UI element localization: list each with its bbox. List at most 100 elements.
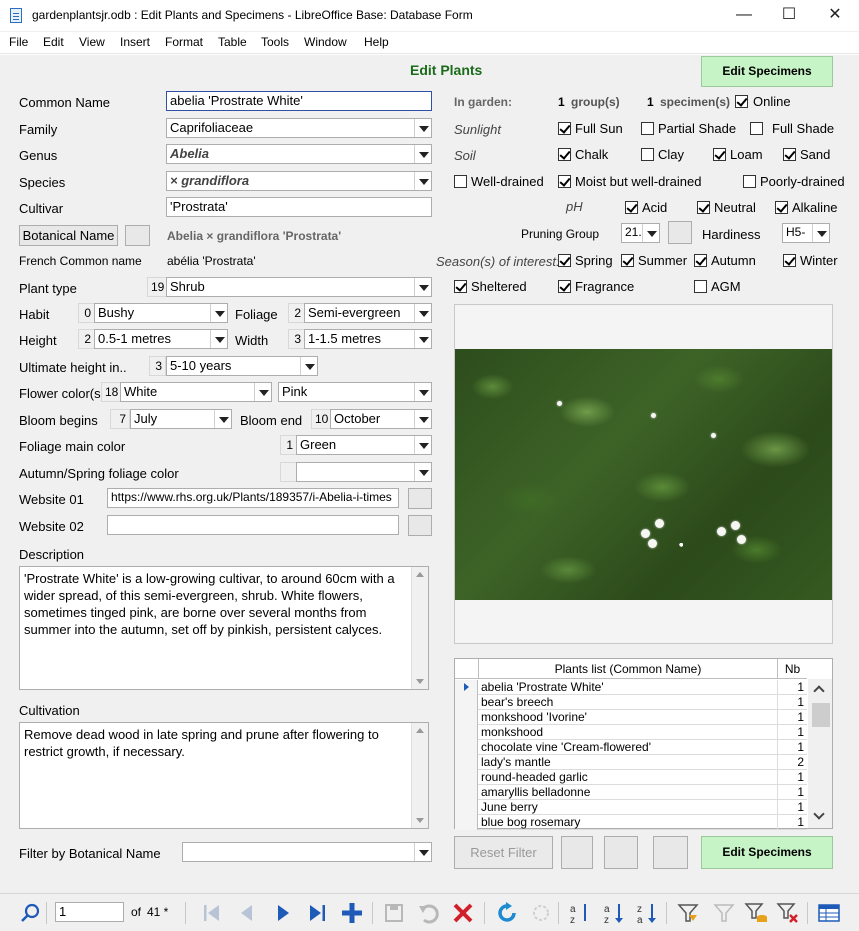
apply-filter-icon[interactable] [711, 900, 737, 926]
form-aux-button-2[interactable] [604, 836, 638, 869]
row-selector[interactable] [455, 815, 478, 830]
refresh-icon[interactable] [494, 900, 520, 926]
edit-specimens-bottom-button[interactable]: Edit Specimens [701, 836, 833, 869]
partial-shade-checkbox[interactable] [641, 122, 654, 135]
cultivation-scrollbar[interactable] [411, 723, 428, 828]
chevron-down-icon[interactable] [210, 304, 227, 322]
botanical-name-aux-button[interactable] [125, 225, 150, 246]
flower-color-combo[interactable]: White [120, 382, 272, 402]
new-record-icon[interactable] [339, 900, 365, 926]
reset-filter-icon[interactable] [775, 900, 801, 926]
filter-combo[interactable] [182, 842, 432, 862]
botanical-name-button[interactable]: Botanical Name [19, 225, 118, 246]
well-drained-checkbox[interactable] [454, 175, 467, 188]
foliage-main-combo[interactable]: Green [296, 435, 432, 455]
last-record-icon[interactable] [304, 900, 330, 926]
chevron-down-icon[interactable] [414, 383, 431, 401]
chevron-down-icon[interactable] [414, 463, 431, 481]
website02-field[interactable] [107, 515, 399, 535]
scroll-down-icon[interactable] [416, 818, 424, 823]
menu-help[interactable]: Help [364, 35, 389, 49]
table-row[interactable]: abelia 'Prostrate White' 1 [455, 680, 807, 695]
maximize-button[interactable]: ☐ [766, 0, 812, 32]
menu-view[interactable]: View [79, 35, 105, 49]
scroll-thumb[interactable] [812, 703, 830, 727]
chevron-down-icon[interactable] [414, 278, 431, 296]
table-row[interactable]: amaryllis belladonne 1 [455, 785, 807, 800]
row-selector[interactable] [455, 740, 478, 755]
sand-checkbox[interactable] [783, 148, 796, 161]
cultivation-textarea[interactable]: Remove dead wood in late spring and prun… [19, 722, 429, 829]
chevron-down-icon[interactable] [254, 383, 271, 401]
chevron-down-icon[interactable] [210, 330, 227, 348]
bloom-begins-combo[interactable]: July [130, 409, 232, 429]
row-selector[interactable] [455, 770, 478, 785]
autofilter-icon[interactable] [675, 900, 701, 926]
species-combo[interactable]: × grandiflora [166, 171, 432, 191]
grid-header-nb[interactable]: Nb [777, 659, 807, 678]
plants-list-grid[interactable]: Plants list (Common Name) Nb abelia 'Pro… [454, 658, 833, 830]
table-row[interactable]: monkshood 1 [455, 725, 807, 740]
autumn-checkbox[interactable] [694, 254, 707, 267]
moist-checkbox[interactable] [558, 175, 571, 188]
chevron-down-icon[interactable] [414, 304, 431, 322]
row-selector[interactable] [455, 725, 478, 740]
menu-window[interactable]: Window [304, 35, 347, 49]
website01-open-button[interactable] [408, 488, 432, 509]
first-record-icon[interactable] [199, 900, 225, 926]
chevron-up-icon[interactable] [813, 685, 825, 697]
sort-icon[interactable]: az [567, 900, 593, 926]
minimize-button[interactable]: — [721, 0, 767, 32]
autumn-color-combo[interactable] [296, 462, 432, 482]
menu-tools[interactable]: Tools [261, 35, 289, 49]
row-selector[interactable] [455, 800, 478, 815]
plant-type-combo[interactable]: Shrub [166, 277, 432, 297]
table-row[interactable]: June berry 1 [455, 800, 807, 815]
menu-format[interactable]: Format [165, 35, 203, 49]
table-row[interactable]: bear's breech 1 [455, 695, 807, 710]
delete-record-icon[interactable] [450, 900, 476, 926]
cultivar-field[interactable]: 'Prostrata' [166, 197, 432, 217]
form-aux-button-3[interactable] [653, 836, 688, 869]
table-row[interactable]: chocolate vine 'Cream-flowered' 1 [455, 740, 807, 755]
standard-filter-icon[interactable] [743, 900, 769, 926]
chevron-down-icon[interactable] [414, 410, 431, 428]
chevron-down-icon[interactable] [813, 808, 825, 820]
pruning-info-button[interactable] [668, 221, 692, 244]
width-combo[interactable]: 1-1.5 metres [304, 329, 432, 349]
genus-combo[interactable]: Abelia [166, 144, 432, 164]
scroll-up-icon[interactable] [416, 728, 424, 733]
plant-image-frame[interactable] [454, 304, 833, 644]
ultimate-combo[interactable]: 5-10 years [166, 356, 318, 376]
menu-file[interactable]: File [9, 35, 28, 49]
alkaline-checkbox[interactable] [775, 201, 788, 214]
neutral-checkbox[interactable] [697, 201, 710, 214]
winter-checkbox[interactable] [783, 254, 796, 267]
reset-filter-button[interactable]: Reset Filter [454, 836, 553, 869]
undo-icon[interactable] [415, 900, 441, 926]
full-shade-checkbox[interactable] [750, 122, 763, 135]
menu-table[interactable]: Table [218, 35, 247, 49]
pruning-combo[interactable]: 21.- [621, 223, 660, 243]
sheltered-checkbox[interactable] [454, 280, 467, 293]
chevron-down-icon[interactable] [414, 119, 431, 137]
row-selector[interactable] [455, 785, 478, 800]
full-sun-checkbox[interactable] [558, 122, 571, 135]
scroll-down-icon[interactable] [416, 679, 424, 684]
common-name-field[interactable]: abelia 'Prostrate White' [166, 91, 432, 111]
find-record-icon[interactable] [18, 900, 44, 926]
edit-specimens-top-button[interactable]: Edit Specimens [701, 56, 833, 87]
row-selector[interactable] [455, 695, 478, 710]
chevron-down-icon[interactable] [414, 843, 431, 861]
description-scrollbar[interactable] [411, 567, 428, 689]
record-number-field[interactable]: 1 [55, 902, 124, 922]
table-row[interactable]: round-headed garlic 1 [455, 770, 807, 785]
menu-edit[interactable]: Edit [43, 35, 64, 49]
row-selector[interactable] [455, 680, 478, 695]
chevron-down-icon[interactable] [214, 410, 231, 428]
grid-scrollbar[interactable] [808, 679, 832, 828]
form-aux-button-1[interactable] [561, 836, 593, 869]
chalk-checkbox[interactable] [558, 148, 571, 161]
loam-checkbox[interactable] [713, 148, 726, 161]
description-textarea[interactable]: 'Prostrate White' is a low-growing culti… [19, 566, 429, 690]
